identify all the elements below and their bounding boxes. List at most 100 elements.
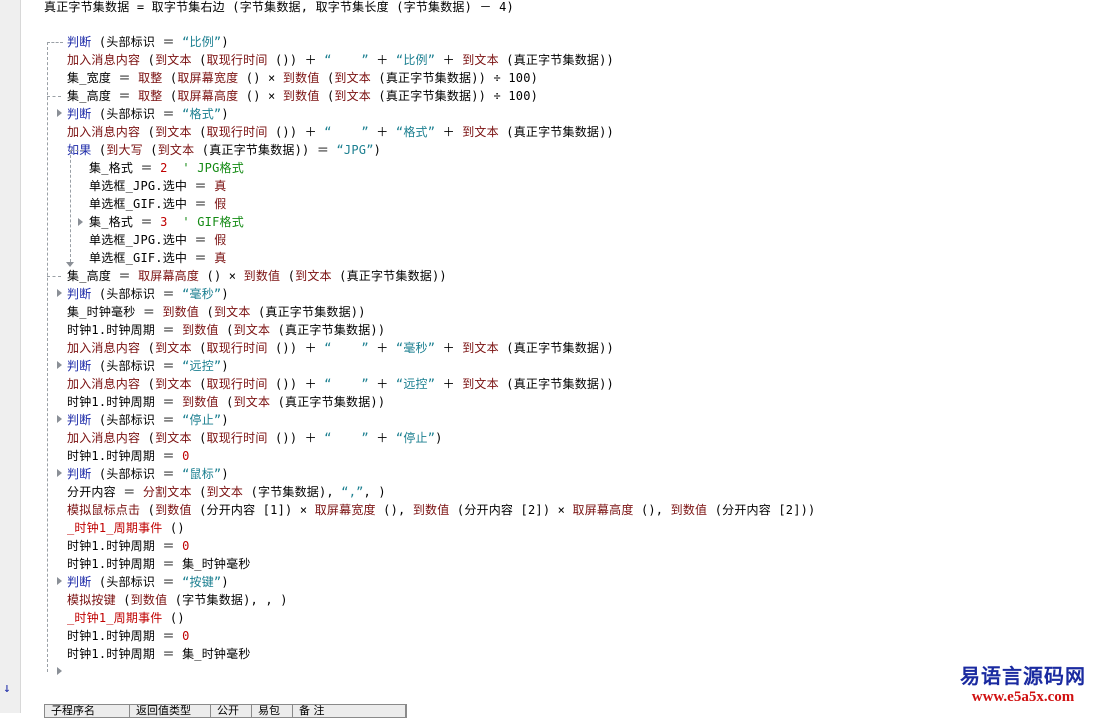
code-line[interactable]: 集_宽度 ＝ 取整 (取屏幕宽度 () × 到数值 (到文本 (真正字节集数据)… (67, 69, 538, 87)
code-line[interactable]: 单选框_GIF.选中 ＝ 假 (89, 195, 226, 213)
fold-arrow-icon[interactable] (57, 109, 62, 117)
code-token: ( (280, 269, 296, 283)
code-line[interactable]: 如果 (到大写 (到文本 (真正字节集数据)) ＝ “JPG”) (67, 141, 381, 159)
code-token: 假 (214, 197, 227, 211)
fold-arrow-icon[interactable] (78, 218, 83, 226)
fold-arrow-icon[interactable] (57, 361, 62, 369)
code-line[interactable]: 单选框_JPG.选中 ＝ 真 (89, 177, 226, 195)
code-token: ) (373, 143, 382, 157)
code-line[interactable]: 判断 (头部标识 ＝ “鼠标”) (67, 465, 229, 483)
code-token: ( (140, 377, 156, 391)
code-token: 取屏幕高度 (177, 89, 239, 103)
code-token: 分割文本 (142, 485, 192, 499)
code-line[interactable]: 判断 (头部标识 ＝ “远控”) (67, 357, 229, 375)
code-line[interactable]: 集_高度 ＝ 取屏幕高度 () × 到数值 (到文本 (真正字节集数据)) (67, 267, 447, 285)
fold-down-icon[interactable] (66, 262, 74, 267)
code-line[interactable]: 分开内容 ＝ 分割文本 (到文本 (字节集数据), “,”, ) (67, 483, 386, 501)
fold-arrow-icon[interactable] (57, 577, 62, 585)
code-line[interactable]: 集_高度 ＝ 取整 (取屏幕高度 () × 到数值 (到文本 (真正字节集数据)… (67, 87, 538, 105)
code-line[interactable]: 判断 (头部标识 ＝ “毫秒”) (67, 285, 229, 303)
code-token: ( (218, 395, 234, 409)
code-token: 加入消息内容 (67, 125, 141, 139)
code-token: ( (191, 53, 207, 67)
table-column-header[interactable]: 公开 (211, 705, 252, 717)
code-line[interactable]: 加入消息内容 (到文本 (取现行时间 ()) ＋ “ ” ＋ “停止”) (67, 429, 443, 447)
code-token: 集_高度 ＝ (67, 89, 139, 103)
code-token: (真正字节集数据)) (250, 305, 366, 319)
code-token: 取整 (138, 71, 163, 85)
fold-arrow-icon[interactable] (57, 667, 62, 675)
code-token: 取现行时间 (206, 341, 268, 355)
code-token: 取现行时间 (206, 431, 268, 445)
code-line[interactable]: _时钟1_周期事件 () (67, 609, 185, 627)
code-token: (头部标识 ＝ (91, 107, 183, 121)
code-token: ＋ (435, 377, 463, 391)
code-line[interactable]: 判断 (头部标识 ＝ “比例”) (67, 33, 229, 51)
code-token: ) (435, 431, 443, 445)
code-token: ( (115, 593, 131, 607)
code-line[interactable]: 模拟按键 (到数值 (字节集数据), , ) (67, 591, 288, 609)
fold-arrow-icon[interactable] (57, 289, 62, 297)
code-line[interactable]: 时钟1.时钟周期 ＝ 0 (67, 447, 190, 465)
code-token: 到文本 (213, 305, 251, 319)
code-string: “鼠标” (182, 467, 222, 481)
code-string: “ ” (324, 341, 369, 355)
code-token: 3 (160, 215, 168, 229)
fold-guide (47, 42, 63, 43)
code-token: ( (191, 485, 207, 499)
table-column-header[interactable]: 子程序名 (45, 705, 130, 717)
code-line[interactable]: 时钟1.时钟周期 ＝ 到数值 (到文本 (真正字节集数据)) (67, 321, 385, 339)
code-line[interactable]: 时钟1.时钟周期 ＝ 到数值 (到文本 (真正字节集数据)) (67, 393, 385, 411)
fold-arrow-icon[interactable] (57, 415, 62, 423)
code-token: () × (238, 89, 283, 103)
code-token: ( (319, 89, 335, 103)
code-line-header[interactable]: 真正字节集数据 = 取字节集右边 (字节集数据, 取字节集长度 (字节集数据) … (44, 0, 514, 16)
code-token: 集_宽度 ＝ (67, 71, 139, 85)
code-token: ＋ (368, 431, 396, 445)
code-line[interactable]: 判断 (头部标识 ＝ “停止”) (67, 411, 229, 429)
code-line[interactable]: _时钟1_周期事件 () (67, 519, 185, 537)
code-token: ) (221, 575, 229, 589)
subroutine-table-header: 子程序名 返回值类型 公开 易包备 注 (44, 704, 407, 718)
code-line[interactable]: 单选框_JPG.选中 ＝ 假 (89, 231, 226, 249)
code-keyword: 判断 (67, 107, 92, 121)
code-line[interactable]: 判断 (头部标识 ＝ “格式”) (67, 105, 229, 123)
code-editor[interactable]: 真正字节集数据 = 取字节集右边 (字节集数据, 取字节集长度 (字节集数据) … (0, 0, 1114, 713)
code-line[interactable]: 加入消息内容 (到文本 (取现行时间 ()) ＋ “ ” ＋ “格式” ＋ 到文… (67, 123, 614, 141)
code-token: (分开内容 [1]) × (191, 503, 315, 517)
code-token: (真正字节集数据)) (498, 341, 614, 355)
code-token: 到文本 (155, 341, 192, 355)
code-line[interactable]: 判断 (头部标识 ＝ “按键”) (67, 573, 229, 591)
code-string: “比例” (395, 53, 436, 67)
code-line[interactable]: 模拟鼠标点击 (到数值 (分开内容 [1]) × 取屏幕宽度 (), 到数值 (… (67, 501, 815, 519)
code-token: , ) (363, 485, 386, 499)
code-line[interactable]: 集_格式 ＝ 3 ' GIF格式 (89, 213, 244, 231)
fold-arrow-icon[interactable] (57, 469, 62, 477)
code-token: (真正字节集数据)) (498, 53, 614, 67)
code-token: ) (221, 287, 229, 301)
code-line[interactable]: 时钟1.时钟周期 ＝ 0 (67, 537, 190, 555)
code-token: 0 (182, 539, 190, 553)
code-line[interactable]: 时钟1.时钟周期 ＝ 集_时钟毫秒 (67, 645, 251, 663)
code-line[interactable]: 加入消息内容 (到文本 (取现行时间 ()) ＋ “ ” ＋ “远控” ＋ 到文… (67, 375, 614, 393)
table-column-header[interactable]: 易包 (252, 705, 293, 717)
code-line[interactable]: 时钟1.时钟周期 ＝ 0 (67, 627, 190, 645)
code-token: ( (191, 377, 207, 391)
code-token: ()) ＋ (267, 431, 325, 445)
code-line[interactable]: 加入消息内容 (到文本 (取现行时间 ()) ＋ “ ” ＋ “比例” ＋ 到文… (67, 51, 614, 69)
code-token: 取整 (138, 89, 163, 103)
code-line[interactable]: 单选框_GIF.选中 ＝ 真 (89, 249, 226, 267)
code-line[interactable]: 加入消息内容 (到文本 (取现行时间 ()) ＋ “ ” ＋ “毫秒” ＋ 到文… (67, 339, 614, 357)
code-token: (真正字节集数据)) ÷ 100) (371, 89, 539, 103)
code-line[interactable]: 集_格式 ＝ 2 ' JPG格式 (89, 159, 244, 177)
code-token: 加入消息内容 (67, 431, 141, 445)
code-string: “比例” (182, 35, 222, 49)
table-column-header[interactable]: 备 注 (293, 705, 406, 717)
code-token: 加入消息内容 (67, 53, 141, 67)
table-column-header[interactable]: 返回值类型 (130, 705, 211, 717)
code-token: 到数值 (130, 593, 168, 607)
code-line[interactable]: 时钟1.时钟周期 ＝ 集_时钟毫秒 (67, 555, 251, 573)
code-string: “格式” (395, 125, 436, 139)
code-line[interactable]: 集_时钟毫秒 ＝ 到数值 (到文本 (真正字节集数据)) (67, 303, 366, 321)
code-token: ) (221, 35, 229, 49)
